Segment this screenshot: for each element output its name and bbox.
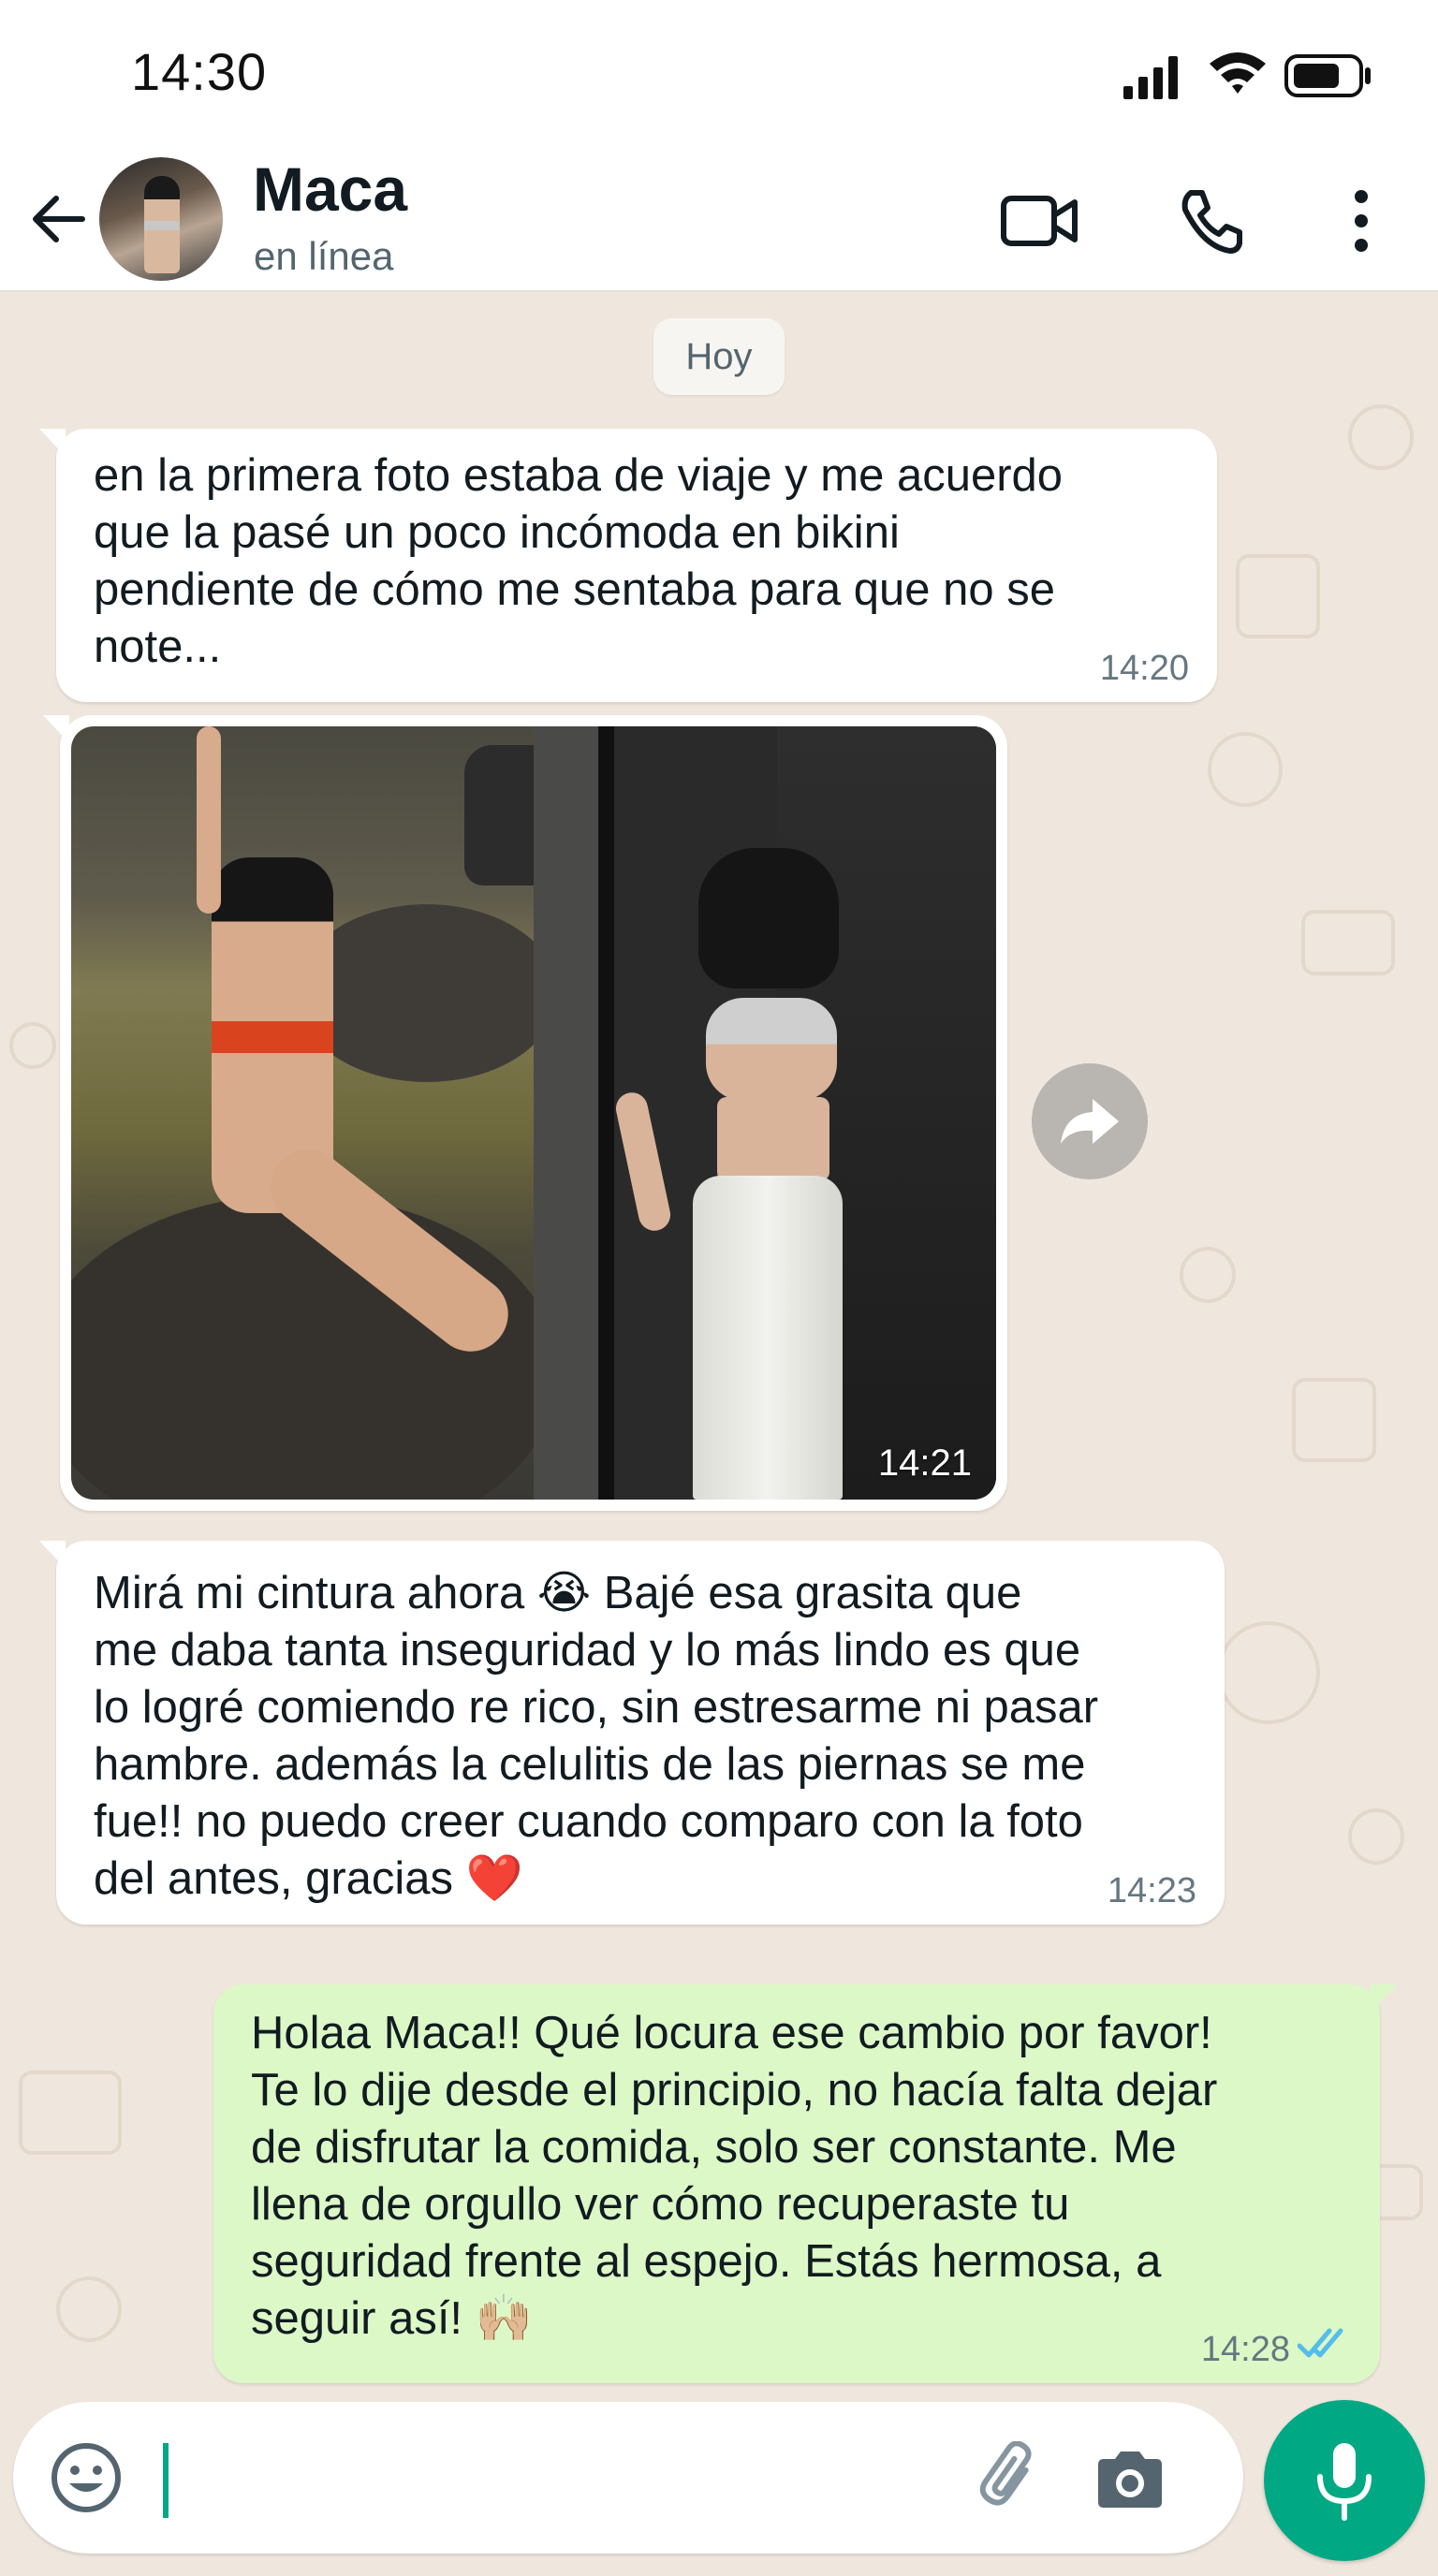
chat-area[interactable]: Hoy en la primera foto estaba de viaje y… <box>0 292 1438 2400</box>
photo-time: 14:21 <box>877 1442 972 1484</box>
mic-button[interactable] <box>1264 2400 1425 2561</box>
more-options-icon <box>1355 190 1368 252</box>
attach-button[interactable] <box>968 2437 1052 2521</box>
voice-call-button[interactable] <box>1167 176 1256 266</box>
emoji-button[interactable] <box>45 2437 127 2519</box>
back-arrow-icon <box>33 196 85 242</box>
forward-button[interactable] <box>1032 1063 1148 1179</box>
more-options-button[interactable] <box>1316 176 1406 266</box>
mic-icon <box>1317 2443 1372 2521</box>
contact-name[interactable]: Maca <box>253 154 407 225</box>
message-text: Holaa Maca!! Qué locura ese cambio por f… <box>251 2008 1218 2344</box>
message-bubble-incoming[interactable]: Mirá mi cintura ahora 😭 Bajé esa grasita… <box>39 1541 1225 1925</box>
read-receipt-icon <box>1298 2328 1343 2358</box>
camera-icon <box>1098 2452 1162 2508</box>
message-bubble-outgoing[interactable]: Holaa Maca!! Qué locura ese cambio por f… <box>213 1984 1397 2383</box>
message-bubble-incoming[interactable]: en la primera foto estaba de viaje y me … <box>39 429 1217 702</box>
text-caret <box>163 2443 169 2518</box>
message-time: 14:28 <box>1200 2330 1290 2369</box>
status-time: 14:30 <box>131 42 268 101</box>
forward-icon <box>1061 1099 1119 1144</box>
camera-button[interactable] <box>1088 2437 1172 2521</box>
message-input-bar[interactable] <box>13 2402 1243 2554</box>
message-text: en la primera foto estaba de viaje y me … <box>94 450 1064 672</box>
wifi-icon <box>1210 52 1266 94</box>
message-text: Mirá mi cintura ahora 😭 Bajé esa grasita… <box>94 1568 1099 1904</box>
image-message[interactable]: 14:21 <box>43 715 1007 1511</box>
status-bar: 14:30 <box>0 0 1438 150</box>
photo-before <box>71 726 558 1500</box>
video-call-icon <box>1001 196 1078 246</box>
signal-icon <box>1123 56 1178 99</box>
chat-header: Maca en línea <box>0 150 1438 292</box>
before-after-photo[interactable]: 14:21 <box>71 726 996 1500</box>
avatar[interactable] <box>99 157 223 281</box>
emoji-icon <box>51 2443 121 2512</box>
attach-icon <box>979 2441 1032 2506</box>
battery-icon <box>1284 54 1371 97</box>
contact-status: en línea <box>254 234 394 278</box>
date-chip: Hoy <box>653 318 785 395</box>
photo-after <box>534 726 996 1500</box>
back-button[interactable] <box>22 183 94 255</box>
voice-call-icon <box>1181 190 1242 254</box>
message-time: 14:20 <box>1099 649 1189 688</box>
video-call-button[interactable] <box>994 176 1084 266</box>
message-time: 14:23 <box>1107 1871 1196 1910</box>
